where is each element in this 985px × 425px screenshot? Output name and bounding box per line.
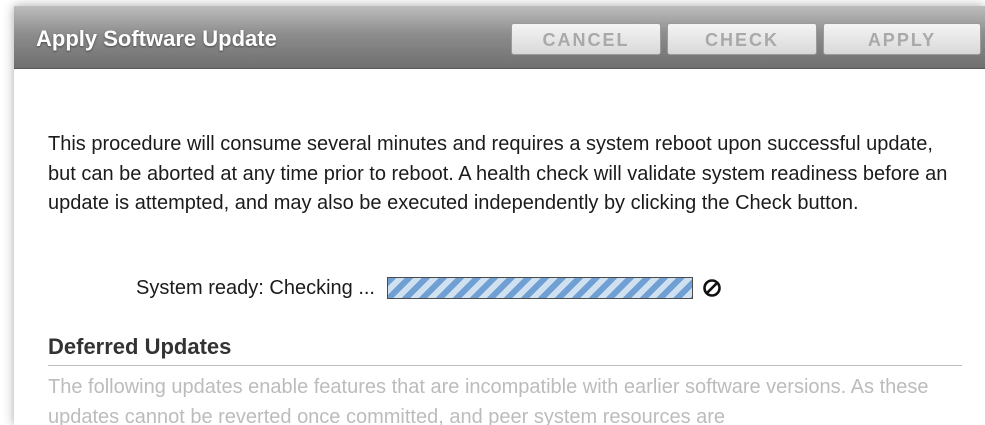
check-button[interactable]: CHECK <box>667 23 817 55</box>
dialog-title: Apply Software Update <box>36 26 277 51</box>
apply-button[interactable]: APPLY <box>823 23 981 55</box>
cancel-button[interactable]: CANCEL <box>511 23 661 55</box>
section-divider <box>48 365 962 366</box>
apply-software-update-dialog: Apply Software Update CANCEL CHECK APPLY… <box>14 6 985 425</box>
procedure-description: This procedure will consume several minu… <box>48 133 948 214</box>
deferred-updates-heading: Deferred Updates <box>48 334 232 359</box>
system-status-row: System ready: Checking ... <box>136 274 723 302</box>
cancel-circle-icon[interactable] <box>701 277 723 299</box>
system-ready-status-label: System ready: Checking ... <box>136 276 375 299</box>
deferred-updates-description: The following updates enable features th… <box>48 376 929 425</box>
health-check-progress-bar <box>386 277 693 299</box>
dialog-titlebar: Apply Software Update CANCEL CHECK APPLY <box>14 6 985 69</box>
